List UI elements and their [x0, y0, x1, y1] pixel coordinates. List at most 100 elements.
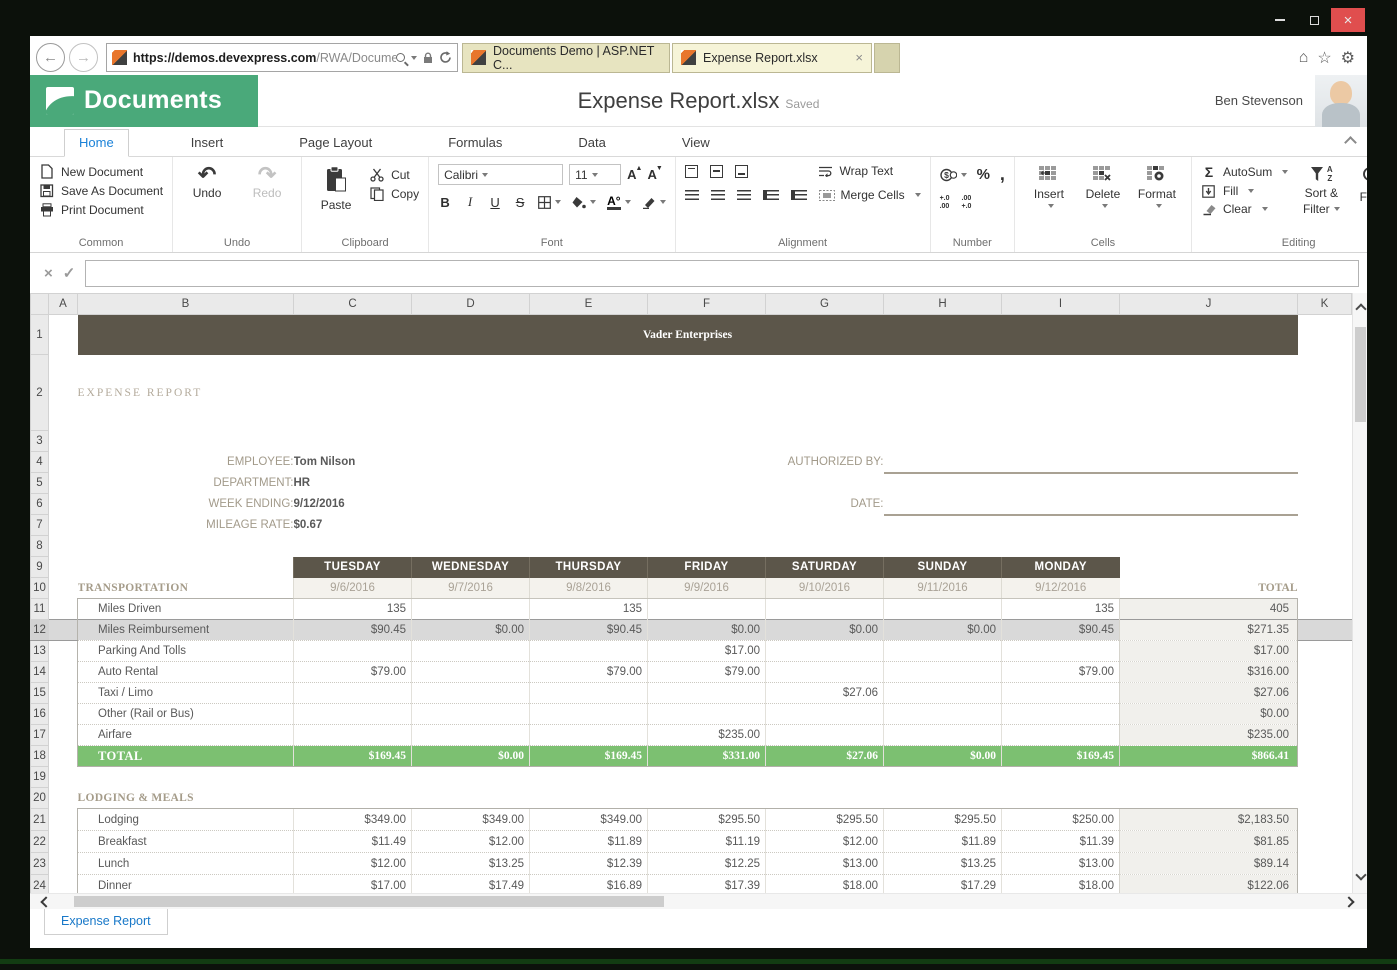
cell[interactable]: $0.00	[412, 620, 530, 641]
cell[interactable]: 9/6/2016	[294, 578, 412, 599]
decrease-indent-icon[interactable]	[763, 190, 779, 200]
cell[interactable]	[1298, 536, 1352, 557]
font-color-button[interactable]: A°	[607, 195, 630, 210]
tab-formulas[interactable]: Formulas	[434, 130, 516, 156]
tab-page-layout[interactable]: Page Layout	[285, 130, 386, 156]
align-top-icon[interactable]	[685, 165, 698, 178]
cell[interactable]: $89.14	[1120, 853, 1298, 875]
cell[interactable]	[1298, 831, 1352, 853]
cell[interactable]: Vader Enterprises	[78, 315, 1298, 355]
cell[interactable]: FRIDAY	[648, 557, 766, 578]
tab-insert[interactable]: Insert	[177, 130, 238, 156]
row-header-24[interactable]: 24	[31, 875, 49, 894]
column-header-I[interactable]: I	[1002, 294, 1120, 315]
cell[interactable]	[1298, 494, 1352, 515]
cell[interactable]: WEEK ENDING:	[78, 494, 294, 515]
cell[interactable]: 9/12/2016	[1002, 578, 1120, 599]
column-header-C[interactable]: C	[294, 294, 412, 315]
cell[interactable]	[294, 725, 412, 746]
ribbon-collapse-button[interactable]	[1345, 135, 1355, 145]
cell[interactable]	[49, 683, 78, 704]
cell[interactable]	[766, 641, 884, 662]
horizontal-scrollbar[interactable]	[30, 893, 1367, 909]
italic-button[interactable]: I	[463, 194, 477, 210]
back-button[interactable]: ←	[36, 43, 65, 72]
cell[interactable]	[648, 788, 766, 809]
cut-button[interactable]: Cut	[369, 168, 419, 182]
address-bar[interactable]: https://demos.devexpress.com/RWA/Documen…	[106, 43, 458, 72]
cell[interactable]: $11.19	[648, 831, 766, 853]
cell[interactable]: $17.49	[412, 875, 530, 894]
cell[interactable]: THURSDAY	[530, 557, 648, 578]
cell[interactable]	[530, 641, 648, 662]
search-dropdown-icon[interactable]	[411, 56, 417, 60]
cell[interactable]	[1298, 599, 1352, 620]
cell[interactable]: Miles Driven	[78, 599, 294, 620]
cell[interactable]	[412, 599, 530, 620]
column-header-B[interactable]: B	[78, 294, 294, 315]
percent-format-button[interactable]: %	[977, 166, 990, 183]
strikethrough-button[interactable]: S	[513, 195, 527, 210]
cell[interactable]	[49, 641, 78, 662]
tab-view[interactable]: View	[668, 130, 724, 156]
column-header-J[interactable]: J	[1120, 294, 1298, 315]
cell[interactable]	[49, 557, 78, 578]
cell[interactable]	[884, 536, 1002, 557]
cell[interactable]: EXPENSE REPORT	[78, 355, 1298, 431]
format-cells-button[interactable]: Format	[1132, 164, 1182, 208]
cell[interactable]	[884, 515, 1002, 536]
cell[interactable]: $349.00	[294, 809, 412, 831]
cell[interactable]: $12.00	[294, 853, 412, 875]
wrap-text-button[interactable]: Wrap Text	[818, 164, 894, 178]
row-header-14[interactable]: 14	[31, 662, 49, 683]
align-bottom-icon[interactable]	[735, 165, 748, 178]
select-all-corner[interactable]	[31, 294, 49, 315]
borders-button[interactable]	[538, 196, 561, 209]
cell[interactable]: $295.50	[648, 809, 766, 831]
browser-tab-documents-demo[interactable]: Documents Demo | ASP.NET C...	[462, 43, 670, 73]
cell[interactable]	[412, 725, 530, 746]
cell[interactable]: TRANSPORTATION	[78, 578, 294, 599]
font-family-select[interactable]: Calibri	[438, 164, 563, 185]
cell[interactable]	[1298, 473, 1352, 494]
cell[interactable]	[78, 557, 294, 578]
column-header-H[interactable]: H	[884, 294, 1002, 315]
row-header-13[interactable]: 13	[31, 641, 49, 662]
cell[interactable]	[412, 767, 530, 788]
cell[interactable]: 9/10/2016	[766, 578, 884, 599]
cell[interactable]: $271.35	[1120, 620, 1298, 641]
cell[interactable]	[1298, 452, 1352, 473]
cell[interactable]	[1120, 473, 1298, 494]
font-size-select[interactable]: 11	[569, 164, 621, 185]
cell[interactable]: $90.45	[1002, 620, 1120, 641]
cell[interactable]	[49, 767, 78, 788]
column-header-F[interactable]: F	[648, 294, 766, 315]
cell[interactable]	[648, 599, 766, 620]
cell[interactable]	[49, 704, 78, 725]
minimize-button[interactable]	[1263, 8, 1297, 32]
insert-cells-button[interactable]: Insert	[1024, 164, 1074, 208]
cell[interactable]: EMPLOYEE:	[78, 452, 294, 473]
cell[interactable]	[884, 704, 1002, 725]
cell[interactable]	[1120, 788, 1298, 809]
cell[interactable]	[49, 620, 78, 641]
cell[interactable]	[766, 788, 884, 809]
clear-button[interactable]: Clear	[1201, 202, 1288, 216]
cell[interactable]: $250.00	[1002, 809, 1120, 831]
cell[interactable]: 9/8/2016	[530, 578, 648, 599]
cell[interactable]	[530, 431, 648, 452]
accounting-format-button[interactable]: $	[940, 168, 967, 182]
cell[interactable]: WEDNESDAY	[412, 557, 530, 578]
cell[interactable]	[1002, 536, 1120, 557]
cell[interactable]: $349.00	[530, 809, 648, 831]
refresh-icon[interactable]	[439, 51, 452, 64]
cell[interactable]: $17.00	[648, 641, 766, 662]
cell[interactable]	[530, 788, 648, 809]
cell[interactable]: $2,183.50	[1120, 809, 1298, 831]
cell[interactable]: $17.29	[884, 875, 1002, 894]
cell[interactable]	[294, 683, 412, 704]
cell[interactable]: DEPARTMENT:	[78, 473, 294, 494]
align-right-icon[interactable]	[737, 190, 751, 200]
cell[interactable]: $316.00	[1120, 662, 1298, 683]
cell[interactable]	[412, 683, 530, 704]
